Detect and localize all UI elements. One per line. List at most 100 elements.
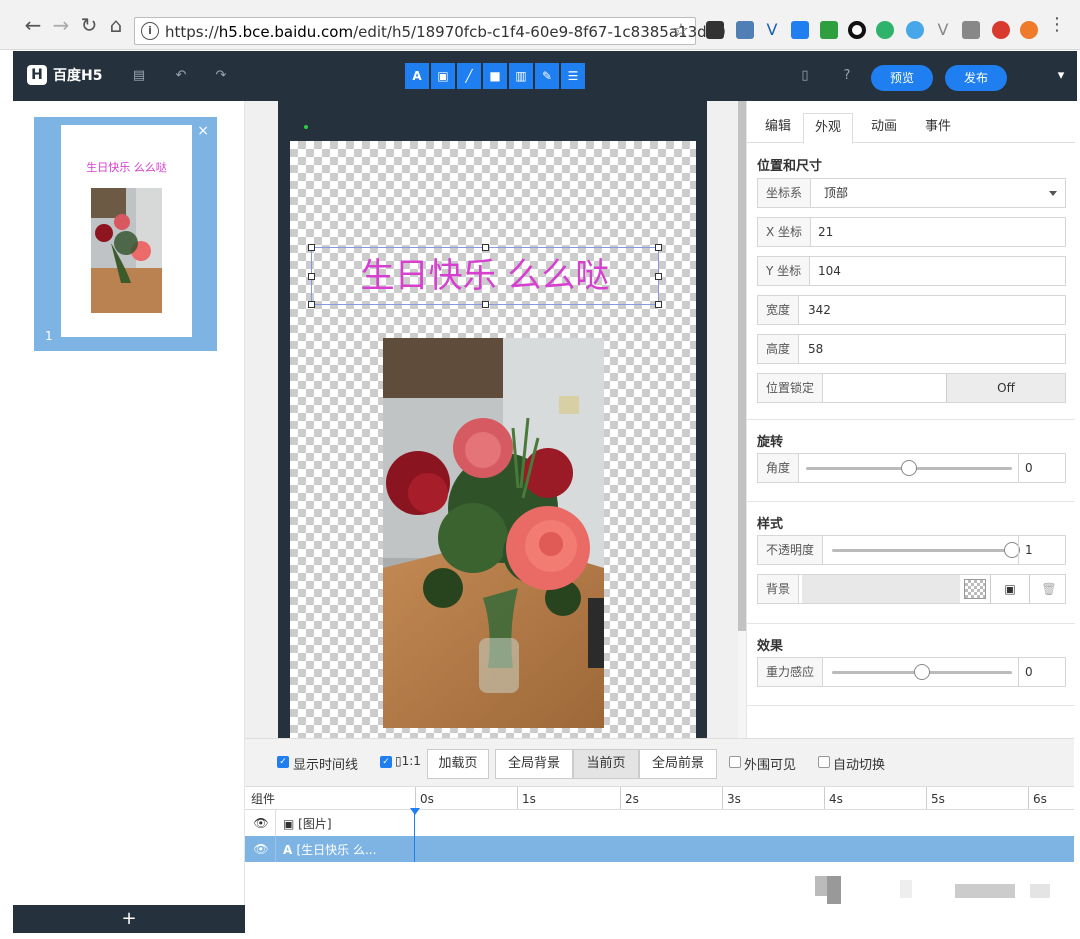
angle-value[interactable]: 0 (1018, 454, 1066, 482)
x-value[interactable]: 21 (818, 218, 833, 246)
auto-switch-label: 自动切换 (833, 758, 886, 773)
insert-text-button[interactable]: A (405, 63, 429, 89)
auto-switch-checkbox[interactable] (818, 756, 830, 768)
insert-chart-button[interactable]: ▥ (509, 63, 533, 89)
ratio-checkbox[interactable]: ✓ (380, 756, 392, 768)
screenshot-extension-icon[interactable] (736, 21, 754, 39)
insert-effect-button[interactable]: ✎ (535, 63, 559, 89)
y-coord-field[interactable]: Y 坐标 104 (757, 256, 1066, 286)
show-timeline-label: 显示时间线 (293, 758, 359, 773)
close-page-icon[interactable]: × (197, 123, 209, 139)
insert-draw-button[interactable]: ╱ (457, 63, 481, 89)
background-color-field[interactable] (802, 575, 960, 603)
pen-extension-icon[interactable] (820, 21, 838, 39)
page-icon[interactable]: ▯ (797, 68, 813, 83)
compass-extension-icon[interactable] (906, 21, 924, 39)
global-foreground-button[interactable]: 全局前景 (639, 749, 717, 779)
home-icon[interactable]: ⌂ (105, 14, 127, 36)
app-logo[interactable]: H 百度H5 (27, 65, 102, 85)
gravity-value[interactable]: 0 (1018, 658, 1066, 686)
playhead-line[interactable] (414, 810, 415, 862)
tab-events[interactable]: 事件 (913, 113, 963, 143)
ring-extension-icon[interactable] (848, 21, 866, 39)
redo-icon[interactable]: ↷ (213, 68, 229, 83)
save-icon[interactable]: ▤ (131, 68, 147, 83)
canvas-scrollbar[interactable] (738, 101, 746, 738)
reload-icon[interactable]: ↻ (78, 14, 100, 36)
outside-visible-checkbox[interactable] (729, 756, 741, 768)
tab-edit[interactable]: 编辑 (757, 113, 799, 143)
lock-on-segment[interactable] (824, 374, 946, 402)
site-info-icon[interactable]: i (141, 22, 159, 40)
tool-extension-icon[interactable] (962, 21, 980, 39)
bg-image-icon[interactable]: ▣ (990, 575, 1030, 603)
tab-appearance[interactable]: 外观 (803, 113, 853, 144)
flower-photo[interactable] (383, 338, 604, 728)
insert-list-button[interactable]: ☰ (561, 63, 585, 89)
current-page-button[interactable]: 当前页 (573, 749, 639, 779)
preview-button[interactable]: 预览 (871, 65, 933, 91)
resize-handle-s[interactable] (482, 301, 489, 308)
address-bar[interactable]: i https://h5.bce.baidu.com/edit/h5/18970… (134, 17, 726, 45)
insert-shape-button[interactable]: ■ (483, 63, 507, 89)
coord-system-select[interactable]: 坐标系 顶部 (757, 178, 1066, 208)
y-value[interactable]: 104 (818, 257, 841, 285)
resize-handle-e[interactable] (655, 273, 662, 280)
width-field[interactable]: 宽度 342 (757, 295, 1066, 325)
back-icon[interactable]: ← (22, 14, 44, 36)
angle-slider-knob[interactable] (901, 460, 917, 476)
m-extension-icon[interactable] (876, 21, 894, 39)
publish-button[interactable]: 发布 (945, 65, 1007, 91)
opacity-value[interactable]: 1 (1018, 536, 1066, 564)
resize-handle-nw[interactable] (308, 244, 315, 251)
browser-toolbar: ← → ↻ ⌂ i https://h5.bce.baidu.com/edit/… (0, 0, 1080, 50)
track-image[interactable]: 👁 ▣ [图片] (245, 810, 1074, 836)
add-page-button[interactable]: + (13, 905, 245, 933)
w-extension-icon[interactable] (791, 21, 809, 39)
page-stage[interactable]: 生日快乐 么么哒 (290, 141, 696, 738)
qr-extension-icon[interactable] (706, 21, 724, 39)
help-icon[interactable]: ? (839, 68, 855, 83)
vue-extension-icon[interactable]: V (763, 21, 781, 39)
position-lock-toggle[interactable]: 位置锁定 Off (757, 373, 1066, 403)
check-extension-icon[interactable] (992, 21, 1010, 39)
selected-text-element[interactable]: 生日快乐 么么哒 (308, 244, 662, 308)
visibility-eye-icon[interactable]: 👁 (253, 816, 269, 830)
delete-bg-icon[interactable]: 🗑 (1038, 575, 1060, 603)
tick-label: 1s (517, 787, 536, 809)
transparent-swatch-icon[interactable] (964, 579, 986, 599)
page-thumbnail[interactable]: 生日快乐 么么哒 × 1 (34, 117, 217, 351)
orange-extension-icon[interactable] (1020, 21, 1038, 39)
resize-handle-se[interactable] (655, 301, 662, 308)
loading-page-button[interactable]: 加载页 (427, 749, 489, 779)
browser-menu-icon[interactable]: ⋮ (1046, 14, 1068, 36)
y-label: Y 坐标 (758, 257, 811, 285)
show-timeline-checkbox[interactable]: ✓ (277, 756, 289, 768)
bookmark-star-icon[interactable]: ☆ (673, 20, 689, 41)
x-coord-field[interactable]: X 坐标 21 (757, 217, 1066, 247)
scrollbar-thumb[interactable] (738, 101, 746, 631)
insert-image-button[interactable]: ▣ (431, 63, 455, 89)
resize-handle-n[interactable] (482, 244, 489, 251)
gravity-slider-knob[interactable] (914, 664, 930, 680)
height-field[interactable]: 高度 58 (757, 334, 1066, 364)
tab-animation[interactable]: 动画 (859, 113, 909, 143)
resize-handle-sw[interactable] (308, 301, 315, 308)
track-text[interactable]: 👁 A [生日快乐 么... (245, 836, 1074, 862)
width-value[interactable]: 342 (808, 296, 831, 324)
opacity-slider[interactable] (832, 549, 1012, 552)
dropdown-caret-icon[interactable]: ▾ (1053, 68, 1069, 83)
v-gray-extension-icon[interactable]: V (934, 21, 952, 39)
resize-handle-ne[interactable] (655, 244, 662, 251)
undo-icon[interactable]: ↶ (173, 68, 189, 83)
lock-off-segment[interactable]: Off (946, 374, 1065, 402)
page-number: 1 (45, 329, 53, 343)
tick-label: 2s (620, 787, 639, 809)
width-label: 宽度 (758, 296, 800, 324)
playhead-marker[interactable] (410, 808, 420, 815)
forward-icon[interactable]: → (50, 14, 72, 36)
resize-handle-w[interactable] (308, 273, 315, 280)
global-background-button[interactable]: 全局背景 (495, 749, 573, 779)
visibility-eye-icon[interactable]: 👁 (253, 842, 269, 856)
height-value[interactable]: 58 (808, 335, 823, 363)
